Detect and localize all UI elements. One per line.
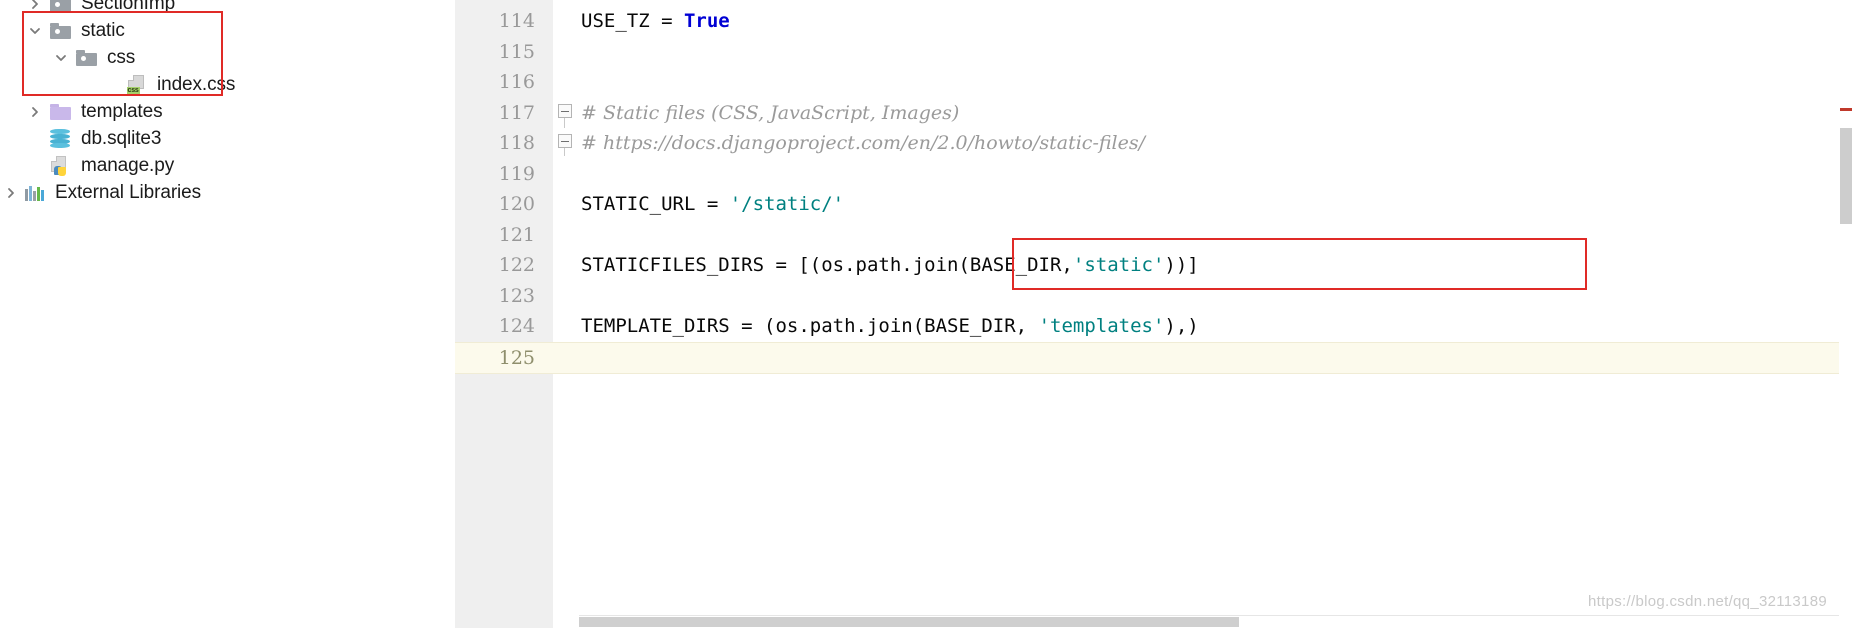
chevron-down-icon[interactable] xyxy=(24,20,46,42)
tree-item-db-sqlite3[interactable]: db.sqlite3 xyxy=(0,125,161,152)
folder-purple-icon xyxy=(46,101,74,123)
chevron-right-icon[interactable] xyxy=(0,182,22,204)
chevron-right-icon[interactable] xyxy=(24,101,46,123)
code-token: STATICFILES_DIRS = [(os.path.join(BASE_D… xyxy=(581,254,1073,277)
line-number: 118 xyxy=(498,132,535,155)
code-comment: # Static files (CSS, JavaScript, Images) xyxy=(581,101,960,124)
code-text: STATICFILES_DIRS = [(os.path.join(BASE_D… xyxy=(553,254,1199,276)
code-text: USE_TZ = True xyxy=(553,10,730,32)
code-token-string: '/static/' xyxy=(729,193,845,216)
code-line[interactable]: 123 xyxy=(455,281,1853,312)
vertical-scrollbar-thumb[interactable] xyxy=(1840,128,1852,224)
code-token: TEMPLATE_DIRS = (os.path.join(BASE_DIR, xyxy=(581,315,1039,338)
css-file-icon: css xyxy=(122,74,150,96)
tree-item-css[interactable]: css xyxy=(0,44,135,71)
tree-item-label: templates xyxy=(81,100,163,122)
code-token: ),) xyxy=(1164,315,1199,338)
tree-item-label: db.sqlite3 xyxy=(81,127,162,149)
line-number: 122 xyxy=(498,254,535,277)
code-line[interactable]: 116 xyxy=(455,67,1853,98)
folder-gray-icon xyxy=(46,0,74,15)
code-line[interactable]: 117 # Static files (CSS, JavaScript, Ima… xyxy=(455,98,1853,129)
chevron-down-icon[interactable] xyxy=(50,47,72,69)
tree-item-label: manage.py xyxy=(81,154,175,176)
tree-item-external-libraries[interactable]: External Libraries xyxy=(0,179,201,206)
code-line[interactable]: 121 xyxy=(455,220,1853,251)
code-token: STATIC_URL = xyxy=(581,193,730,216)
line-number: 114 xyxy=(498,10,535,33)
code-token-string: 'static' xyxy=(1072,254,1165,277)
horizontal-scrollbar[interactable] xyxy=(579,615,1839,628)
line-number: 119 xyxy=(498,162,535,185)
fold-range-line xyxy=(564,148,565,156)
code-token-string: 'templates' xyxy=(1038,315,1165,338)
code-token: USE_TZ = xyxy=(581,10,684,33)
tree-item-label: static xyxy=(81,19,125,41)
folder-gray-icon xyxy=(72,47,100,69)
tree-item-label: index.css xyxy=(157,73,236,95)
code-line[interactable]: 115 xyxy=(455,37,1853,68)
vertical-scrollbar[interactable] xyxy=(1839,0,1853,628)
tree-item-manage-py[interactable]: manage.py xyxy=(0,152,174,179)
code-line[interactable]: 122 STATICFILES_DIRS = [(os.path.join(BA… xyxy=(455,250,1853,281)
line-number: 116 xyxy=(498,71,535,94)
code-token-keyword: True xyxy=(683,10,730,33)
code-line[interactable]: 114 USE_TZ = True xyxy=(455,6,1853,37)
editor-pane[interactable]: 114 USE_TZ = True 115 116 117 # Static f… xyxy=(455,0,1853,628)
code-token: ))] xyxy=(1164,254,1199,277)
folder-gray-icon xyxy=(46,20,74,42)
tree-item-label: External Libraries xyxy=(55,181,202,203)
code-text: STATIC_URL = '/static/' xyxy=(553,193,844,215)
tree-item-index-css[interactable]: css index.css xyxy=(0,71,235,98)
code-text: TEMPLATE_DIRS = (os.path.join(BASE_DIR, … xyxy=(553,315,1199,337)
code-line[interactable]: 124 TEMPLATE_DIRS = (os.path.join(BASE_D… xyxy=(455,311,1853,342)
code-line[interactable]: 119 xyxy=(455,159,1853,190)
line-number: 125 xyxy=(498,346,535,369)
tree-item-label: SectionImp xyxy=(81,0,176,14)
line-number: 124 xyxy=(498,315,535,338)
chevron-right-icon[interactable] xyxy=(24,0,46,15)
code-content[interactable]: 114 USE_TZ = True 115 116 117 # Static f… xyxy=(455,0,1853,628)
line-number: 123 xyxy=(498,284,535,307)
project-tool-window[interactable]: SectionImp static css css index.css temp… xyxy=(0,0,455,628)
line-number: 115 xyxy=(498,40,535,63)
code-line-current[interactable]: 125 xyxy=(455,341,1853,374)
watermark-text: https://blog.csdn.net/qq_32113189 xyxy=(1588,593,1827,610)
external-libraries-icon xyxy=(22,182,48,204)
horizontal-scrollbar-thumb[interactable] xyxy=(579,617,1239,627)
code-line[interactable]: 120 STATIC_URL = '/static/' xyxy=(455,189,1853,220)
tree-item-static[interactable]: static xyxy=(0,17,125,44)
line-number: 117 xyxy=(498,101,535,124)
tree-item-sectionimp[interactable]: SectionImp xyxy=(0,0,175,17)
fold-range-line xyxy=(564,118,565,128)
tree-item-label: css xyxy=(107,46,136,68)
scrollbar-error-marker[interactable] xyxy=(1840,108,1852,111)
line-number: 120 xyxy=(498,193,535,216)
python-file-icon xyxy=(46,155,74,177)
code-line[interactable]: 118 # https://docs.djangoproject.com/en/… xyxy=(455,128,1853,159)
code-comment: # https://docs.djangoproject.com/en/2.0/… xyxy=(581,132,1146,155)
fold-collapse-icon[interactable] xyxy=(558,104,572,118)
line-number: 121 xyxy=(498,223,535,246)
fold-collapse-icon[interactable] xyxy=(558,134,572,148)
ide-window: SectionImp static css css index.css temp… xyxy=(0,0,1853,628)
tree-item-templates[interactable]: templates xyxy=(0,98,163,125)
sqlite-db-icon xyxy=(46,128,74,150)
